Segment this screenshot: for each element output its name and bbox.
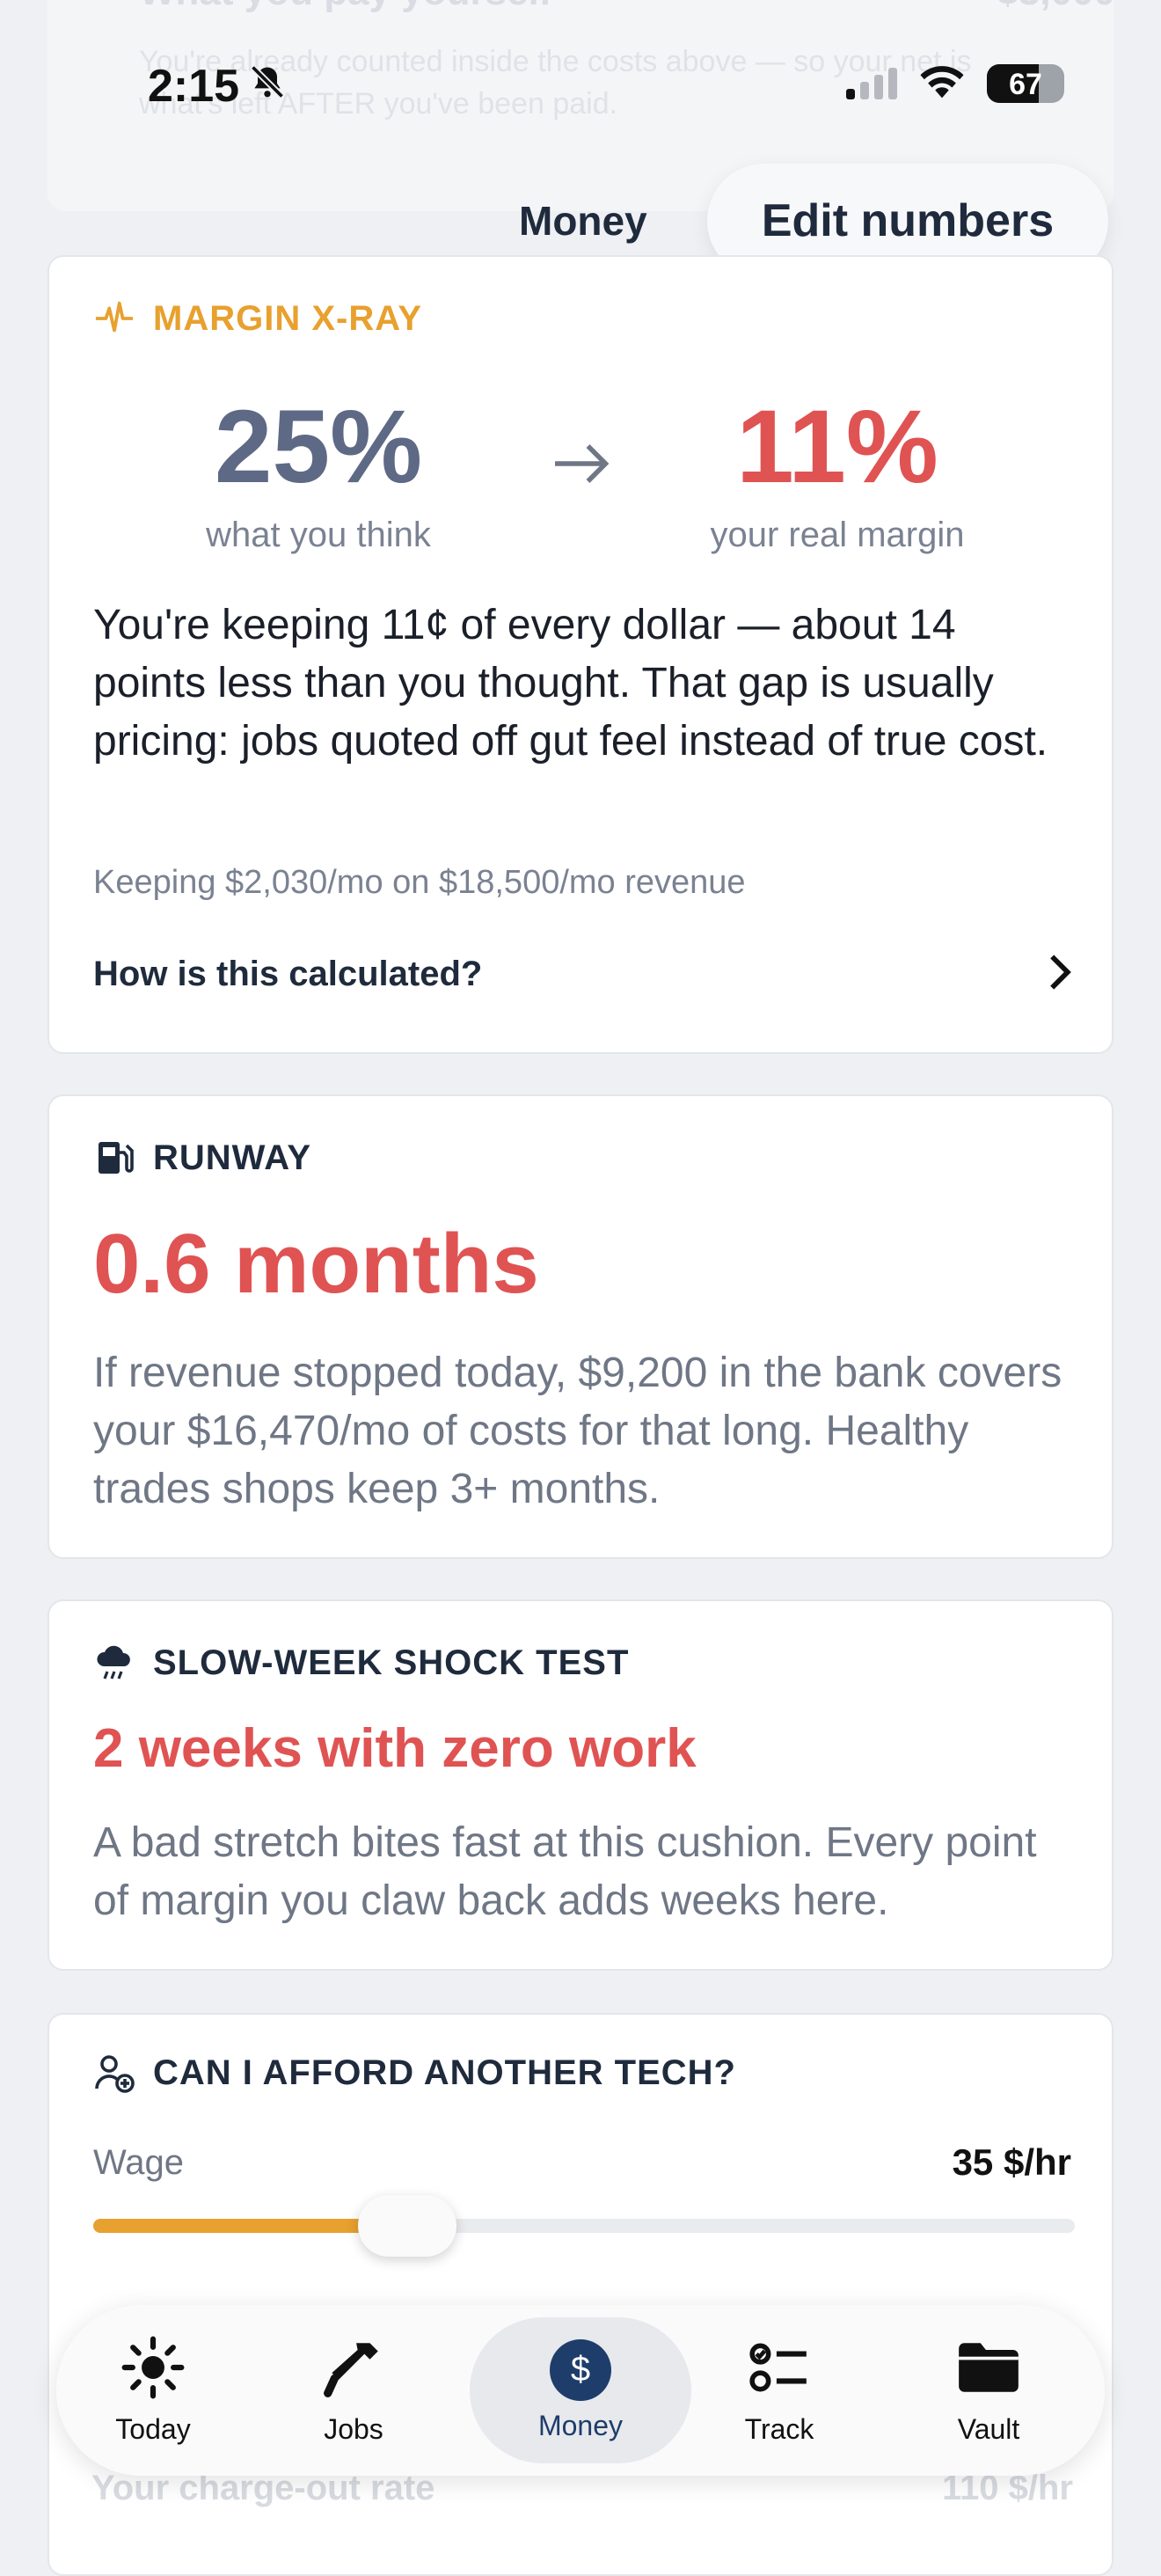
wage-value: 35 $/hr bbox=[952, 2141, 1071, 2183]
tab-vault[interactable]: Vault bbox=[892, 2305, 1085, 2476]
bottom-tab-bar: Today Jobs $ Money Track Vault bbox=[56, 2305, 1105, 2476]
runway-label: RUNWAY bbox=[153, 1138, 312, 1177]
how-calculated-label: How is this calculated? bbox=[93, 954, 483, 993]
tab-money-label: Money bbox=[537, 2409, 624, 2441]
fuel-pump-icon bbox=[93, 1137, 135, 1179]
hammer-icon bbox=[321, 2335, 386, 2404]
page-title: Money bbox=[519, 198, 647, 244]
add-user-icon bbox=[93, 2052, 135, 2094]
ghost-row-value: $3,000 bbox=[997, 0, 1115, 14]
status-time: 2:15 bbox=[148, 60, 287, 113]
dollar-icon: $ bbox=[550, 2338, 611, 2401]
shock-test-card: SLOW-WEEK SHOCK TEST 2 weeks with zero w… bbox=[47, 1599, 1114, 1971]
sun-icon bbox=[120, 2335, 186, 2404]
checklist-icon bbox=[747, 2335, 812, 2404]
silent-bell-icon bbox=[248, 60, 287, 113]
shock-test-label: SLOW-WEEK SHOCK TEST bbox=[153, 1643, 630, 1682]
tab-money[interactable]: $ Money bbox=[470, 2317, 691, 2463]
runway-card: RUNWAY 0.6 months If revenue stopped tod… bbox=[47, 1094, 1114, 1559]
pulse-icon bbox=[93, 297, 135, 340]
tab-jobs-label: Jobs bbox=[324, 2413, 383, 2445]
tab-today[interactable]: Today bbox=[56, 2305, 250, 2476]
tab-vault-label: Vault bbox=[957, 2413, 1020, 2445]
tab-track[interactable]: Track bbox=[683, 2305, 876, 2476]
wifi-icon bbox=[916, 62, 968, 105]
tab-track-label: Track bbox=[744, 2413, 814, 2445]
runway-value: 0.6 months bbox=[93, 1217, 539, 1311]
shock-test-explanation: A bad stretch bites fast at this cushion… bbox=[93, 1819, 1037, 1924]
wage-slider-track[interactable] bbox=[93, 2219, 1075, 2233]
margin-explanation: You're keeping 11¢ of every dollar — abo… bbox=[93, 602, 1048, 765]
shock-test-value: 2 weeks with zero work bbox=[93, 1718, 697, 1779]
afford-tech-label: CAN I AFFORD ANOTHER TECH? bbox=[153, 2053, 736, 2092]
ghost-row-label: What you pay yourself bbox=[139, 0, 551, 14]
perceived-margin-caption: what you think bbox=[206, 516, 431, 554]
arrow-right-icon bbox=[551, 442, 612, 490]
runway-header: RUNWAY bbox=[93, 1137, 311, 1179]
afford-tech-header: CAN I AFFORD ANOTHER TECH? bbox=[93, 2052, 736, 2094]
how-calculated-link[interactable]: How is this calculated? bbox=[93, 943, 1075, 1005]
chevron-right-icon bbox=[1045, 953, 1075, 996]
real-margin: 11% bbox=[736, 389, 938, 505]
shock-test-header: SLOW-WEEK SHOCK TEST bbox=[93, 1642, 629, 1684]
wage-label: Wage bbox=[93, 2143, 185, 2182]
rain-cloud-icon bbox=[93, 1642, 135, 1684]
ghost-row: What you pay yourself $3,000 bbox=[139, 0, 1115, 14]
battery-level: 67 bbox=[1009, 67, 1042, 101]
cellular-signal-icon bbox=[846, 67, 897, 99]
folder-icon bbox=[953, 2335, 1024, 2404]
keeping-summary: Keeping $2,030/mo on $18,500/mo revenue bbox=[93, 864, 746, 901]
battery-icon: 67 bbox=[987, 63, 1064, 103]
tab-jobs[interactable]: Jobs bbox=[257, 2305, 450, 2476]
status-indicators: 67 bbox=[846, 62, 1064, 105]
perceived-margin: 25% bbox=[214, 389, 423, 505]
margin-xray-card: MARGIN X-RAY 25% what you think 11% your… bbox=[47, 255, 1114, 1054]
tab-today-label: Today bbox=[115, 2413, 191, 2445]
real-margin-caption: your real margin bbox=[710, 516, 965, 554]
wage-slider-thumb[interactable] bbox=[358, 2195, 457, 2257]
margin-xray-label: MARGIN X-RAY bbox=[153, 298, 423, 338]
margin-xray-header: MARGIN X-RAY bbox=[93, 297, 422, 340]
status-time-text: 2:15 bbox=[148, 61, 240, 112]
runway-explanation: If revenue stopped today, $9,200 in the … bbox=[93, 1350, 1062, 1512]
